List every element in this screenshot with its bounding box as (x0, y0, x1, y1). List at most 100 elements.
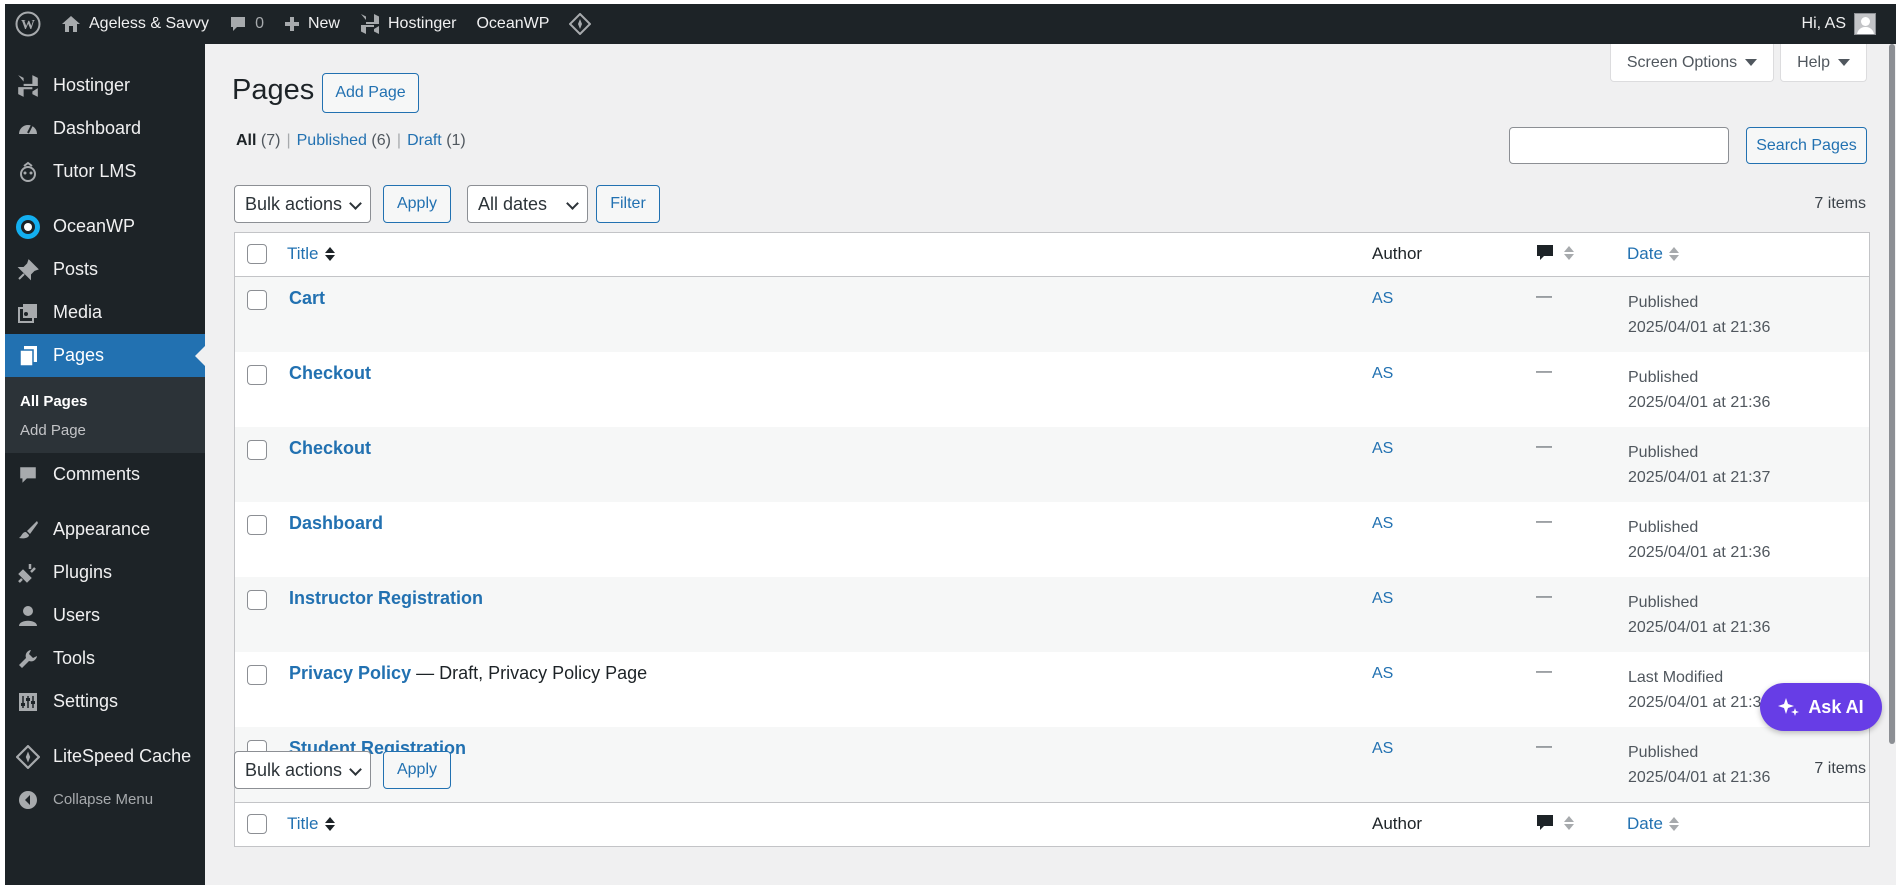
sidebar-item-appearance[interactable]: Appearance (5, 508, 205, 551)
row-status: Published (1628, 294, 1699, 311)
caret-down-icon (1838, 59, 1850, 66)
row-title-link[interactable]: Checkout (289, 363, 371, 383)
page-scrollbar[interactable] (1888, 44, 1896, 784)
caret-down-icon (1745, 59, 1758, 66)
sparkle-icon (1778, 698, 1800, 716)
row-author-link[interactable]: AS (1372, 515, 1393, 533)
sidebar-item-plugins[interactable]: Plugins (5, 551, 205, 594)
row-author-link[interactable]: AS (1372, 365, 1393, 383)
row-checkbox[interactable] (247, 365, 267, 385)
row-title-link[interactable]: Instructor Registration (289, 588, 483, 608)
litespeed-diamond-icon (569, 13, 592, 35)
my-account-link[interactable]: Hi, AS (1792, 4, 1896, 44)
hostinger-icon (360, 14, 379, 34)
sort-icon (324, 817, 335, 831)
date-column-header[interactable]: Date (1627, 244, 1679, 264)
chevron-down-icon (349, 197, 362, 210)
row-title-link[interactable]: Cart (289, 288, 325, 308)
row-title-cell: Cart (289, 288, 325, 309)
main-content: Screen Options Help Pages Add Page All (… (205, 44, 1896, 885)
home-icon (62, 16, 80, 32)
comment-bubble-icon (1537, 815, 1553, 830)
site-name-link[interactable]: Ageless & Savvy (51, 4, 219, 44)
row-checkbox[interactable] (247, 590, 267, 610)
bulk-actions-select-bottom[interactable]: Bulk actions (234, 751, 371, 789)
row-comments: — (1536, 738, 1552, 755)
comments-link[interactable]: 0 (219, 4, 274, 44)
table-body: Cart AS — Published 2025/04/01 at 21:36 Check… (235, 277, 1869, 802)
sidebar-item-hostinger[interactable]: Hostinger (5, 64, 205, 107)
date-column-header[interactable]: Date (1627, 814, 1679, 834)
apply-button-bottom[interactable]: Apply (383, 751, 451, 789)
row-author-link[interactable]: AS (1372, 590, 1393, 608)
sidebar-item-comments[interactable]: Comments (5, 453, 205, 496)
wordpress-logo-icon[interactable]: W (5, 4, 51, 44)
row-checkbox[interactable] (247, 440, 267, 460)
row-status: Published (1628, 594, 1699, 611)
sidebar-item-tools[interactable]: Tools (5, 637, 205, 680)
add-page-button[interactable]: Add Page (322, 73, 419, 113)
hostinger-link[interactable]: Hostinger (350, 4, 466, 44)
comments-column-header[interactable] (1536, 244, 1574, 262)
user-icon (15, 603, 41, 629)
sidebar-item-media[interactable]: Media (5, 291, 205, 334)
row-date-cell: Published 2025/04/01 at 21:37 (1628, 440, 1770, 490)
sidebar-item-dashboard[interactable]: Dashboard (5, 107, 205, 150)
comments-column-header[interactable] (1536, 814, 1574, 832)
filter-draft-link[interactable]: Draft (1) (407, 132, 466, 149)
sidebar-item-users[interactable]: Users (5, 594, 205, 637)
collapse-menu-button[interactable]: Collapse Menu (5, 778, 205, 821)
row-checkbox[interactable] (247, 665, 267, 685)
submenu-all-pages[interactable]: All Pages (5, 387, 205, 416)
sidebar-item-settings[interactable]: Settings (5, 680, 205, 723)
scrollbar-thumb[interactable] (1889, 44, 1895, 744)
select-all-checkbox[interactable] (247, 244, 267, 264)
sidebar-item-oceanwp[interactable]: OceanWP (5, 205, 205, 248)
oceanwp-icon (15, 214, 41, 240)
row-title-cell: Instructor Registration (289, 588, 483, 609)
sidebar-item-litespeed-cache[interactable]: LiteSpeed Cache (5, 735, 205, 778)
table-row: Privacy Policy — Draft, Privacy Policy P… (235, 652, 1869, 727)
help-button[interactable]: Help (1780, 44, 1867, 82)
filter-button[interactable]: Filter (596, 185, 660, 223)
bulk-actions-value: Bulk actions (245, 759, 343, 780)
title-column-header[interactable]: Title (287, 814, 335, 834)
screen-options-button[interactable]: Screen Options (1609, 44, 1775, 82)
row-date-cell: Published 2025/04/01 at 21:36 (1628, 365, 1770, 415)
row-title-link[interactable]: Checkout (289, 438, 371, 458)
new-content-link[interactable]: New (274, 4, 350, 44)
row-checkbox[interactable] (247, 515, 267, 535)
row-title-cell: Checkout (289, 438, 371, 459)
sidebar-item-posts[interactable]: Posts (5, 248, 205, 291)
date-filter-select[interactable]: All dates (467, 185, 588, 223)
filter-published-link[interactable]: Published (6) (297, 132, 391, 149)
sidebar-item-label: Plugins (53, 562, 113, 582)
litespeed-link[interactable] (559, 4, 601, 44)
pages-table: Title Author Date Cart AS — Published 2025/0… (234, 232, 1870, 847)
row-title-link[interactable]: Privacy Policy (289, 663, 411, 683)
sidebar-item-tutor-lms[interactable]: Tutor LMS (5, 150, 205, 193)
row-checkbox[interactable] (247, 290, 267, 310)
bulk-actions-select[interactable]: Bulk actions (234, 185, 371, 223)
row-author-link[interactable]: AS (1372, 440, 1393, 458)
filter-all-link[interactable]: All (7) (236, 132, 280, 149)
row-comments: — (1536, 588, 1552, 605)
row-author-link[interactable]: AS (1372, 740, 1393, 758)
select-all-checkbox[interactable] (247, 814, 267, 834)
row-status: Published (1628, 369, 1699, 386)
items-count: 7 items (1814, 195, 1866, 212)
search-input[interactable] (1509, 127, 1729, 164)
row-comments: — (1536, 438, 1552, 455)
sidebar-item-label: Media (53, 302, 103, 322)
table-row: Student Registration AS — Published 2025/04/… (235, 727, 1869, 802)
submenu-add-page[interactable]: Add Page (5, 416, 205, 445)
sidebar-item-pages[interactable]: Pages (5, 334, 205, 377)
title-column-header[interactable]: Title (287, 244, 335, 264)
row-author-link[interactable]: AS (1372, 665, 1393, 683)
apply-button[interactable]: Apply (383, 185, 451, 223)
row-title-link[interactable]: Dashboard (289, 513, 383, 533)
search-pages-button[interactable]: Search Pages (1746, 127, 1867, 164)
row-author-link[interactable]: AS (1372, 290, 1393, 308)
oceanwp-link[interactable]: OceanWP (466, 4, 559, 44)
ask-ai-button[interactable]: Ask AI (1760, 683, 1882, 731)
